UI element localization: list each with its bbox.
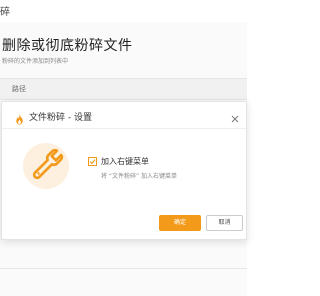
settings-dialog: 文件粉碎 - 设置 加入右键菜单 将 “文件粉碎” 加入右键菜单 确定 取消 xyxy=(1,101,247,240)
background-window-title: 碎 xyxy=(0,7,10,18)
right-click-menu-checkbox[interactable] xyxy=(88,157,97,166)
file-table-header: 路径 xyxy=(0,78,247,100)
page-subtitle: 粉碎的文件添加到列表中 xyxy=(2,58,69,65)
ok-button[interactable]: 确定 xyxy=(159,215,201,231)
dialog-title: 文件粉碎 - 设置 xyxy=(29,113,92,123)
close-icon[interactable] xyxy=(230,109,240,123)
wrench-icon xyxy=(22,142,70,190)
divider xyxy=(0,268,247,269)
dialog-divider xyxy=(2,128,246,129)
right-click-menu-label[interactable]: 加入右键菜单 xyxy=(101,156,149,167)
column-header-path[interactable]: 路径 xyxy=(12,84,26,94)
right-click-menu-description: 将 “文件粉碎” 加入右键菜单 xyxy=(101,173,178,180)
dialog-titlebar: 文件粉碎 - 设置 xyxy=(2,102,246,128)
background-titlebar: 碎 xyxy=(0,0,247,22)
flame-icon xyxy=(14,110,25,125)
page-heading: 删除或彻底粉碎文件 xyxy=(2,38,133,54)
cancel-button[interactable]: 取消 xyxy=(206,215,243,231)
